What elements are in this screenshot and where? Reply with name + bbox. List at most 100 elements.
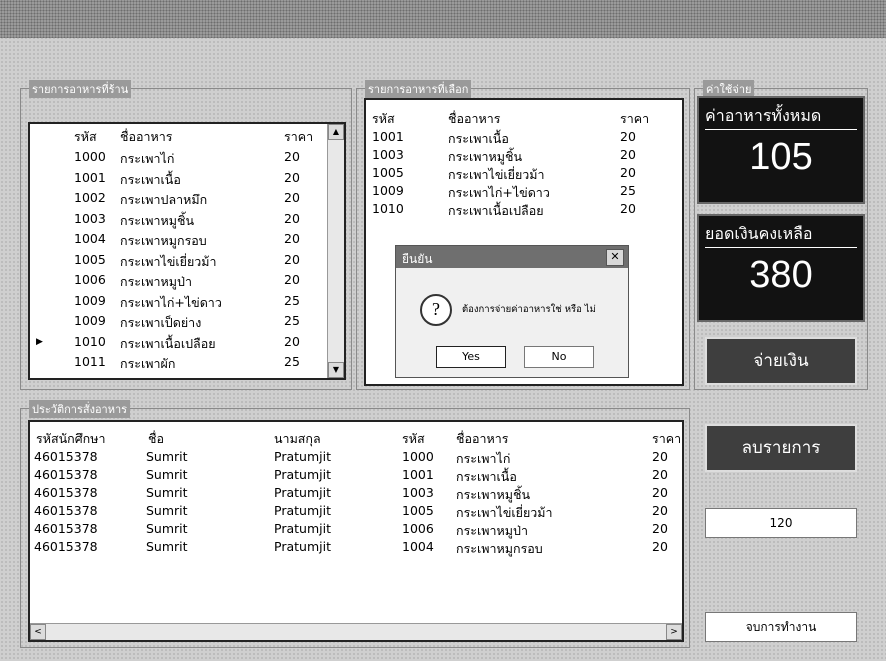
menu-row[interactable]: 1005 กระเพาไข่เยี่ยวม้า 20 — [30, 251, 344, 269]
cell: กระเพาเนื้อเปลือย — [120, 335, 216, 351]
cell: 20 — [620, 129, 636, 144]
menu-row[interactable]: 1009 กระเพาไก่+ไข่ดาว 25 — [30, 292, 344, 310]
selected-row[interactable]: 1010 กระเพาเนื้อเปลือย 20 — [366, 200, 682, 218]
selected-panel-legend: รายการอาหารที่เลือก — [365, 80, 472, 98]
menu-grid[interactable]: รหัส ชื่ออาหาร ราคา 1000 กระเพาไก่ 20 1001 ก… — [28, 122, 346, 380]
cell: 20 — [620, 147, 636, 162]
cell: 20 — [284, 190, 300, 205]
cell: 20 — [652, 449, 668, 464]
cell: 46015378 — [34, 467, 98, 482]
menu-row[interactable]: 1002 กระเพาปลาหมึก 20 — [30, 189, 344, 207]
menu-scrollbar[interactable]: ▲ ▼ — [327, 124, 344, 378]
cell: 20 — [652, 485, 668, 500]
cell: 20 — [284, 231, 300, 246]
cell: กระเพาเป็ดย่าง — [120, 315, 202, 330]
cell: 20 — [652, 539, 668, 554]
cell: Pratumjit — [274, 521, 331, 536]
selected-row[interactable]: 1005 กระเพาไข่เยี่ยวม้า 20 — [366, 164, 682, 182]
cell: 1003 — [372, 147, 404, 162]
cell: 1009 — [74, 313, 106, 328]
history-row[interactable]: 46015378 Sumrit Pratumjit 1001 กระเพาเนื้อ 20 — [30, 466, 682, 484]
cell: 20 — [620, 201, 636, 216]
cell: 1006 — [74, 272, 106, 287]
menu-row[interactable]: 1000 กระเพาไก่ 20 — [30, 148, 344, 166]
menu-grid-header: รหัส ชื่ออาหาร ราคา — [30, 126, 344, 144]
menu-row[interactable]: 1011 กระเพาผัก 25 — [30, 353, 344, 371]
cell: กระเพาหมูกรอบ — [456, 541, 543, 556]
menu-row[interactable]: 1009 กระเพาเป็ดย่าง 25 — [30, 312, 344, 330]
cell: Pratumjit — [274, 467, 331, 482]
col-code: รหัส — [372, 111, 395, 126]
title-bar — [0, 0, 886, 38]
cell: 1010 — [74, 333, 106, 349]
cell: Pratumjit — [274, 449, 331, 464]
delete-button[interactable]: ลบรายการ — [705, 424, 857, 472]
cell: 25 — [284, 354, 300, 369]
cell: 46015378 — [34, 485, 98, 500]
end-button[interactable]: จบการทำงาน — [705, 612, 857, 642]
cell: Pratumjit — [274, 485, 331, 500]
history-hscrollbar[interactable]: < > — [30, 623, 682, 640]
selected-grid-header: รหัส ชื่ออาหาร ราคา — [366, 108, 682, 126]
menu-row[interactable]: 1006 กระเพาหมูป่า 20 — [30, 271, 344, 289]
cell: 20 — [284, 169, 300, 185]
cell: Sumrit — [146, 467, 188, 482]
cell: 25 — [620, 183, 636, 198]
col-student-id: รหัสนักศึกษา — [36, 431, 106, 446]
cell: กระเพาเนื้อ — [120, 171, 181, 187]
total-label: ค่าอาหารทั้งหมด — [705, 104, 857, 130]
history-row[interactable]: 46015378 Sumrit Pratumjit 1003 กระเพาหมูชิ้น… — [30, 484, 682, 502]
selected-row[interactable]: 1003 กระเพาหมูชิ้น 20 — [366, 146, 682, 164]
budget-field[interactable]: 120 — [705, 508, 857, 538]
cell: กระเพาไก่+ไข่ดาว — [120, 294, 222, 310]
col-code: รหัส — [402, 431, 425, 446]
selected-row[interactable]: 1001 กระเพาเนื้อ 20 — [366, 128, 682, 146]
cell: 20 — [284, 149, 300, 164]
scroll-up-button[interactable]: ▲ — [328, 124, 344, 140]
selected-row[interactable]: 1009 กระเพาไก่+ไข่ดาว 25 — [366, 182, 682, 200]
dialog-message: ต้องการจ่ายค่าอาหารใช่ หรือ ไม่ — [462, 304, 596, 315]
menu-row[interactable]: 1004 กระเพาหมูกรอบ 20 — [30, 230, 344, 248]
cell: Sumrit — [146, 521, 188, 536]
cell: 1000 — [74, 149, 106, 164]
menu-row[interactable]: 1001 กระเพาเนื้อ 20 — [30, 169, 344, 187]
pay-button[interactable]: จ่ายเงิน — [705, 337, 857, 385]
cell: 1005 — [74, 251, 106, 267]
no-button[interactable]: No — [524, 346, 594, 368]
col-first-name: ชื่อ — [148, 431, 164, 446]
history-row[interactable]: 46015378 Sumrit Pratumjit 1005 กระเพาไข่เยี่… — [30, 502, 682, 520]
balance-box: ยอดเงินคงเหลือ 380 — [697, 214, 865, 322]
cell: Pratumjit — [274, 503, 331, 518]
cell: 20 — [284, 251, 300, 267]
balance-label: ยอดเงินคงเหลือ — [705, 222, 857, 248]
yes-button[interactable]: Yes — [436, 346, 506, 368]
col-name: ชื่ออาหาร — [120, 129, 173, 144]
cell: Sumrit — [146, 449, 188, 464]
cell: กระเพาผัก — [120, 356, 176, 371]
cell: 1000 — [402, 449, 434, 464]
dialog-title: ยืนยัน — [402, 252, 433, 266]
cell: 20 — [652, 521, 668, 536]
cell: 20 — [284, 272, 300, 287]
cell: Sumrit — [146, 485, 188, 500]
scroll-right-button[interactable]: > — [666, 624, 682, 640]
close-icon[interactable]: ✕ — [606, 249, 624, 266]
cell: 46015378 — [34, 503, 98, 518]
history-grid[interactable]: รหัสนักศึกษา ชื่อ นามสกุล รหัส ชื่ออาหาร… — [28, 420, 684, 642]
cell: 20 — [284, 210, 300, 226]
cell: 20 — [652, 467, 668, 482]
col-food-name: ชื่ออาหาร — [456, 431, 509, 446]
history-row[interactable]: 46015378 Sumrit Pratumjit 1004 กระเพาหมูกรอบ… — [30, 538, 682, 556]
history-row[interactable]: 46015378 Sumrit Pratumjit 1000 กระเพาไก่ 20 — [30, 448, 682, 466]
menu-panel-legend: รายการอาหารที่ร้าน — [29, 80, 132, 98]
cell: กระเพาหมูกรอบ — [120, 233, 207, 248]
cell: กระเพาเนื้อเปลือย — [448, 203, 544, 218]
history-row[interactable]: 46015378 Sumrit Pratumjit 1006 กระเพาหมูป่า 2… — [30, 520, 682, 538]
cell: 1003 — [74, 210, 106, 226]
menu-row[interactable]: 1010 กระเพาเนื้อเปลือย 20 ▶ — [30, 333, 344, 351]
menu-row[interactable]: 1003 กระเพาหมูชิ้น 20 — [30, 210, 344, 228]
scroll-down-button[interactable]: ▼ — [328, 362, 344, 378]
scroll-left-button[interactable]: < — [30, 624, 46, 640]
question-icon: ? — [420, 294, 452, 326]
col-price: ราคา — [620, 111, 650, 126]
